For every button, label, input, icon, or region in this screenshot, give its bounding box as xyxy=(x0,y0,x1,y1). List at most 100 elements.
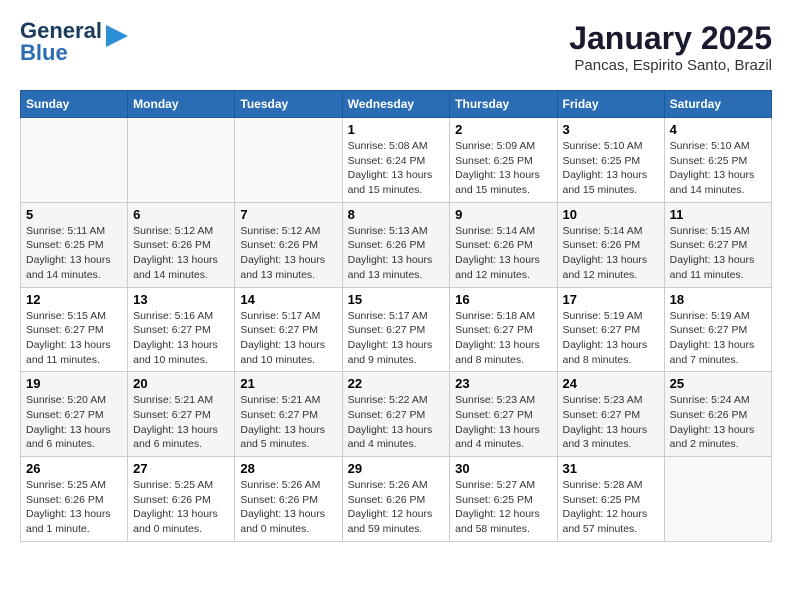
day-number: 4 xyxy=(670,122,766,137)
day-number: 8 xyxy=(348,207,445,222)
day-number: 12 xyxy=(26,292,122,307)
calendar-day-cell: 22 Sunrise: 5:22 AMSunset: 6:27 PMDayligh… xyxy=(342,372,450,457)
day-info: Sunrise: 5:14 AMSunset: 6:26 PMDaylight:… xyxy=(455,224,551,283)
calendar-day-cell: 7 Sunrise: 5:12 AMSunset: 6:26 PMDaylight… xyxy=(235,202,342,287)
calendar-day-cell: 12Sunrise: 5:15 AMSunset: 6:27 PMDayligh… xyxy=(21,287,128,372)
day-number: 1 xyxy=(348,122,445,137)
day-number: 25 xyxy=(670,376,766,391)
day-info: Sunrise: 5:08 AMSunset: 6:24 PMDaylight:… xyxy=(348,139,445,198)
calendar-day-cell: 17Sunrise: 5:19 AMSunset: 6:27 PMDayligh… xyxy=(557,287,664,372)
day-info: Sunrise: 5:17 AMSunset: 6:27 PMDaylight:… xyxy=(240,309,336,368)
calendar-week-row: 26 Sunrise: 5:25 AMSunset: 6:26 PMDayligh… xyxy=(21,457,772,542)
calendar-day-cell: 21 Sunrise: 5:21 AMSunset: 6:27 PMDayligh… xyxy=(235,372,342,457)
day-number: 21 xyxy=(240,376,336,391)
day-info: Sunrise: 5:16 AMSunset: 6:27 PMDaylight:… xyxy=(133,309,229,368)
day-number: 30 xyxy=(455,461,551,476)
calendar-day-cell: 26Sunrise: 5:25 AMSunset: 6:26 PMDayligh… xyxy=(21,457,128,542)
day-number: 9 xyxy=(455,207,551,222)
calendar-day-cell: 2Sunrise: 5:09 AMSunset: 6:25 PMDaylight… xyxy=(450,118,557,203)
calendar-day-cell: 18 Sunrise: 5:19 AMSunset: 6:27 PMDayligh… xyxy=(664,287,771,372)
weekday-header-row: SundayMondayTuesdayWednesdayThursdayFrid… xyxy=(21,91,772,118)
day-number: 22 xyxy=(348,376,445,391)
day-info: Sunrise: 5:10 AMSunset: 6:25 PMDaylight:… xyxy=(670,139,766,198)
calendar-day-cell: 30 Sunrise: 5:27 AMSunset: 6:25 PMDayligh… xyxy=(450,457,557,542)
calendar-day-cell: 16Sunrise: 5:18 AMSunset: 6:27 PMDayligh… xyxy=(450,287,557,372)
calendar-day-cell: 11Sunrise: 5:15 AMSunset: 6:27 PMDayligh… xyxy=(664,202,771,287)
day-info: Sunrise: 5:19 AMSunset: 6:27 PMDaylight:… xyxy=(670,309,766,368)
calendar-day-cell: 6 Sunrise: 5:12 AMSunset: 6:26 PMDaylight… xyxy=(128,202,235,287)
day-info: Sunrise: 5:26 AMSunset: 6:26 PMDaylight:… xyxy=(240,478,336,537)
day-info: Sunrise: 5:23 AMSunset: 6:27 PMDaylight:… xyxy=(563,393,659,452)
day-info: Sunrise: 5:18 AMSunset: 6:27 PMDaylight:… xyxy=(455,309,551,368)
calendar-day-cell: 9 Sunrise: 5:14 AMSunset: 6:26 PMDaylight… xyxy=(450,202,557,287)
calendar-day-cell xyxy=(21,118,128,203)
weekday-header-tuesday: Tuesday xyxy=(235,91,342,118)
day-number: 10 xyxy=(563,207,659,222)
location-title: Pancas, Espirito Santo, Brazil xyxy=(569,57,772,74)
day-info: Sunrise: 5:24 AMSunset: 6:26 PMDaylight:… xyxy=(670,393,766,452)
calendar-day-cell: 13 Sunrise: 5:16 AMSunset: 6:27 PMDayligh… xyxy=(128,287,235,372)
day-info: Sunrise: 5:21 AMSunset: 6:27 PMDaylight:… xyxy=(240,393,336,452)
calendar-day-cell: 27 Sunrise: 5:25 AMSunset: 6:26 PMDayligh… xyxy=(128,457,235,542)
day-info: Sunrise: 5:28 AMSunset: 6:25 PMDaylight:… xyxy=(563,478,659,537)
day-info: Sunrise: 5:10 AMSunset: 6:25 PMDaylight:… xyxy=(563,139,659,198)
calendar-day-cell xyxy=(664,457,771,542)
day-info: Sunrise: 5:20 AMSunset: 6:27 PMDaylight:… xyxy=(26,393,122,452)
logo-arrow-icon xyxy=(106,25,128,47)
day-info: Sunrise: 5:22 AMSunset: 6:27 PMDaylight:… xyxy=(348,393,445,452)
day-number: 23 xyxy=(455,376,551,391)
day-number: 7 xyxy=(240,207,336,222)
weekday-header-sunday: Sunday xyxy=(21,91,128,118)
day-number: 27 xyxy=(133,461,229,476)
day-number: 20 xyxy=(133,376,229,391)
calendar-day-cell xyxy=(128,118,235,203)
day-info: Sunrise: 5:26 AMSunset: 6:26 PMDaylight:… xyxy=(348,478,445,537)
day-number: 11 xyxy=(670,207,766,222)
day-number: 26 xyxy=(26,461,122,476)
day-number: 14 xyxy=(240,292,336,307)
day-number: 6 xyxy=(133,207,229,222)
day-info: Sunrise: 5:23 AMSunset: 6:27 PMDaylight:… xyxy=(455,393,551,452)
calendar-day-cell: 24 Sunrise: 5:23 AMSunset: 6:27 PMDayligh… xyxy=(557,372,664,457)
calendar-day-cell: 25 Sunrise: 5:24 AMSunset: 6:26 PMDayligh… xyxy=(664,372,771,457)
calendar-day-cell: 1 Sunrise: 5:08 AMSunset: 6:24 PMDaylight… xyxy=(342,118,450,203)
weekday-header-friday: Friday xyxy=(557,91,664,118)
day-info: Sunrise: 5:25 AMSunset: 6:26 PMDaylight:… xyxy=(133,478,229,537)
logo: General Blue xyxy=(20,20,128,64)
title-area: January 2025 Pancas, Espirito Santo, Bra… xyxy=(569,20,772,74)
calendar-day-cell: 4 Sunrise: 5:10 AMSunset: 6:25 PMDaylight… xyxy=(664,118,771,203)
day-number: 3 xyxy=(563,122,659,137)
weekday-header-saturday: Saturday xyxy=(664,91,771,118)
calendar-day-cell: 8Sunrise: 5:13 AMSunset: 6:26 PMDaylight… xyxy=(342,202,450,287)
day-info: Sunrise: 5:12 AMSunset: 6:26 PMDaylight:… xyxy=(240,224,336,283)
calendar-day-cell: 29Sunrise: 5:26 AMSunset: 6:26 PMDayligh… xyxy=(342,457,450,542)
calendar-week-row: 1 Sunrise: 5:08 AMSunset: 6:24 PMDaylight… xyxy=(21,118,772,203)
calendar-week-row: 5Sunrise: 5:11 AMSunset: 6:25 PMDaylight… xyxy=(21,202,772,287)
calendar-day-cell: 28Sunrise: 5:26 AMSunset: 6:26 PMDayligh… xyxy=(235,457,342,542)
day-number: 15 xyxy=(348,292,445,307)
calendar-table: SundayMondayTuesdayWednesdayThursdayFrid… xyxy=(20,90,772,542)
calendar-day-cell: 10Sunrise: 5:14 AMSunset: 6:26 PMDayligh… xyxy=(557,202,664,287)
calendar-week-row: 19Sunrise: 5:20 AMSunset: 6:27 PMDayligh… xyxy=(21,372,772,457)
month-title: January 2025 xyxy=(569,20,772,57)
day-number: 31 xyxy=(563,461,659,476)
calendar-day-cell: 3 Sunrise: 5:10 AMSunset: 6:25 PMDaylight… xyxy=(557,118,664,203)
day-number: 2 xyxy=(455,122,551,137)
calendar-day-cell: 14 Sunrise: 5:17 AMSunset: 6:27 PMDayligh… xyxy=(235,287,342,372)
day-number: 5 xyxy=(26,207,122,222)
day-info: Sunrise: 5:21 AMSunset: 6:27 PMDaylight:… xyxy=(133,393,229,452)
calendar-day-cell xyxy=(235,118,342,203)
day-number: 18 xyxy=(670,292,766,307)
page-header: General Blue January 2025 Pancas, Espiri… xyxy=(20,20,772,74)
calendar-day-cell: 23 Sunrise: 5:23 AMSunset: 6:27 PMDayligh… xyxy=(450,372,557,457)
calendar-day-cell: 31 Sunrise: 5:28 AMSunset: 6:25 PMDayligh… xyxy=(557,457,664,542)
calendar-day-cell: 19Sunrise: 5:20 AMSunset: 6:27 PMDayligh… xyxy=(21,372,128,457)
day-info: Sunrise: 5:27 AMSunset: 6:25 PMDaylight:… xyxy=(455,478,551,537)
day-number: 17 xyxy=(563,292,659,307)
calendar-week-row: 12Sunrise: 5:15 AMSunset: 6:27 PMDayligh… xyxy=(21,287,772,372)
day-number: 24 xyxy=(563,376,659,391)
day-info: Sunrise: 5:12 AMSunset: 6:26 PMDaylight:… xyxy=(133,224,229,283)
day-number: 13 xyxy=(133,292,229,307)
weekday-header-wednesday: Wednesday xyxy=(342,91,450,118)
day-info: Sunrise: 5:17 AMSunset: 6:27 PMDaylight:… xyxy=(348,309,445,368)
